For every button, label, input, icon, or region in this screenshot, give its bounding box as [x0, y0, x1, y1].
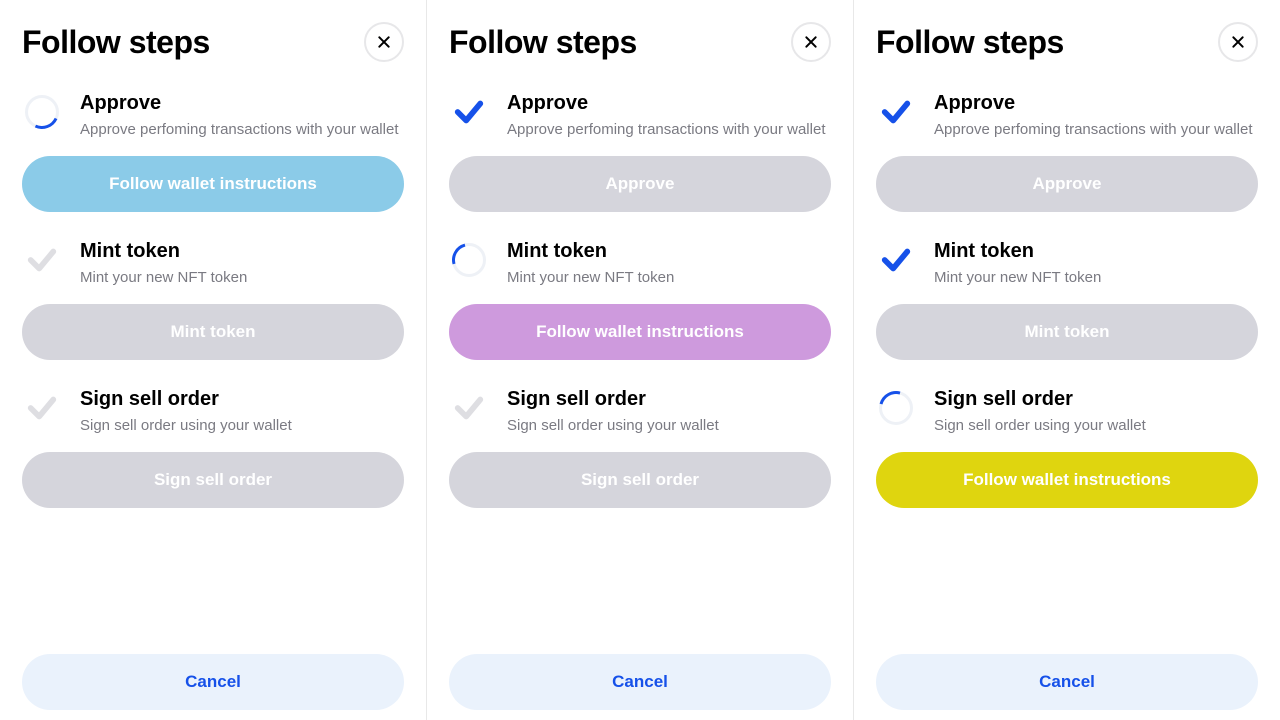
sign-action-button: Sign sell order — [22, 452, 404, 508]
step-desc: Approve perfoming transactions with your… — [80, 119, 404, 140]
step-approve: Approve Approve perfoming transactions w… — [22, 92, 404, 140]
close-button[interactable] — [1218, 22, 1258, 62]
approve-action-button: Approve — [449, 156, 831, 212]
step-desc: Sign sell order using your wallet — [80, 415, 404, 436]
step-title: Approve — [934, 92, 1258, 115]
step-desc: Sign sell order using your wallet — [934, 415, 1258, 436]
spinner-icon — [452, 243, 486, 277]
step-desc: Mint your new NFT token — [80, 267, 404, 288]
check-icon — [449, 388, 489, 428]
step-mint: Mint token Mint your new NFT token — [22, 240, 404, 288]
check-icon — [449, 92, 489, 132]
steps-modal-stage-3: Follow steps Approve Approve perfoming t… — [854, 0, 1280, 720]
step-title: Mint token — [934, 240, 1258, 263]
step-sign: Sign sell order Sign sell order using yo… — [22, 388, 404, 436]
step-title: Sign sell order — [934, 388, 1258, 411]
step-approve: Approve Approve perfoming transactions w… — [449, 92, 831, 140]
step-desc: Approve perfoming transactions with your… — [934, 119, 1258, 140]
close-icon — [803, 34, 819, 50]
approve-action-button: Approve — [876, 156, 1258, 212]
modal-title: Follow steps — [876, 24, 1064, 61]
step-approve: Approve Approve perfoming transactions w… — [876, 92, 1258, 140]
spinner-icon — [879, 391, 913, 425]
step-title: Mint token — [80, 240, 404, 263]
check-icon — [22, 388, 62, 428]
check-icon — [876, 92, 916, 132]
check-icon — [876, 240, 916, 280]
modal-title: Follow steps — [449, 24, 637, 61]
check-icon — [22, 240, 62, 280]
step-desc: Mint your new NFT token — [934, 267, 1258, 288]
step-desc: Mint your new NFT token — [507, 267, 831, 288]
close-icon — [376, 34, 392, 50]
spinner-icon — [25, 95, 59, 129]
cancel-button[interactable]: Cancel — [22, 654, 404, 710]
sign-action-button: Sign sell order — [449, 452, 831, 508]
mint-action-button[interactable]: Follow wallet instructions — [449, 304, 831, 360]
step-sign: Sign sell order Sign sell order using yo… — [449, 388, 831, 436]
sign-action-button[interactable]: Follow wallet instructions — [876, 452, 1258, 508]
step-mint: Mint token Mint your new NFT token — [449, 240, 831, 288]
mint-action-button: Mint token — [22, 304, 404, 360]
close-icon — [1230, 34, 1246, 50]
step-desc: Sign sell order using your wallet — [507, 415, 831, 436]
step-title: Mint token — [507, 240, 831, 263]
approve-action-button[interactable]: Follow wallet instructions — [22, 156, 404, 212]
close-button[interactable] — [364, 22, 404, 62]
step-title: Approve — [80, 92, 404, 115]
step-title: Sign sell order — [80, 388, 404, 411]
cancel-button[interactable]: Cancel — [876, 654, 1258, 710]
steps-modal-stage-2: Follow steps Approve Approve perfoming t… — [427, 0, 854, 720]
close-button[interactable] — [791, 22, 831, 62]
step-sign: Sign sell order Sign sell order using yo… — [876, 388, 1258, 436]
steps-modal-stage-1: Follow steps Approve Approve perfoming t… — [0, 0, 427, 720]
modal-title: Follow steps — [22, 24, 210, 61]
step-title: Sign sell order — [507, 388, 831, 411]
mint-action-button: Mint token — [876, 304, 1258, 360]
step-mint: Mint token Mint your new NFT token — [876, 240, 1258, 288]
cancel-button[interactable]: Cancel — [449, 654, 831, 710]
step-desc: Approve perfoming transactions with your… — [507, 119, 831, 140]
step-title: Approve — [507, 92, 831, 115]
